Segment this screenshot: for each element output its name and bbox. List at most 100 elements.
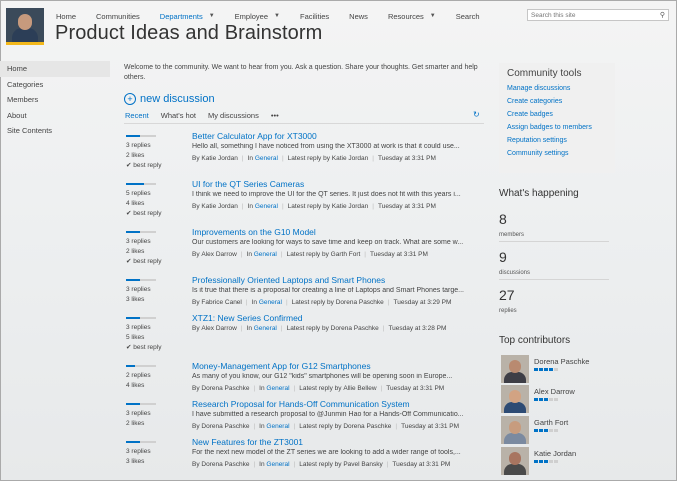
meta-separator: | [387,299,390,306]
tool-link-community-settings[interactable]: Community settings [507,150,568,157]
discussion-title-link[interactable]: Research Proposal for Hands-Off Communic… [192,399,410,409]
latest-reply-author: Dorena Paschke [335,299,384,306]
level-segment [554,368,558,371]
meta-separator: | [372,203,374,210]
category-link[interactable]: General [254,325,277,332]
plus-icon: + [124,93,136,105]
leftnav-item-members[interactable]: Members [0,92,110,108]
contributor-name[interactable]: Alex Darrow [534,387,575,396]
topnav-employee[interactable]: Employee ▼ [235,12,280,21]
category-link[interactable]: General [266,423,289,430]
topnav-communities[interactable]: Communities [96,12,140,21]
new-discussion-button[interactable]: + new discussion [124,93,215,105]
meta-separator: | [281,155,284,162]
activity-bar-fill [126,441,140,443]
discussion-title-link[interactable]: Money-Management App for G12 Smartphones [192,361,371,371]
topnav-home[interactable]: Home [56,12,76,21]
contributor-name[interactable]: Dorena Paschke [534,357,589,366]
best-reply-label: best reply [133,258,162,265]
latest-reply-author: Allie Bellew [343,385,377,392]
category-link[interactable]: General [266,461,289,468]
discussion-title-link[interactable]: Professionally Oriented Laptops and Smar… [192,275,385,285]
tab-whats-hot[interactable]: What's hot [161,111,196,120]
category-link[interactable]: General [255,155,278,162]
search-input[interactable] [528,10,649,20]
in-label: In [247,155,254,162]
check-icon: ✔ [126,258,132,265]
avatar[interactable] [501,447,529,475]
discussion-title-link[interactable]: New Features for the ZT3001 [192,437,303,447]
contributor-item[interactable]: Alex Darrow [501,385,661,413]
avatar[interactable] [501,416,529,444]
by-label: By [192,461,200,468]
topnav-search[interactable]: Search [456,12,480,21]
avatar-body [504,464,526,475]
latest-reply-author: Katie Jordan [331,155,369,162]
discussion-snippet: Hello all, something I have noticed from… [192,143,460,150]
search-icon[interactable]: ⚲ [660,11,665,19]
best-reply-label: best reply [133,210,162,217]
discussion-stats: 3 replies 5 likes ✔ best reply [126,323,161,353]
leftnav-item-site-contents[interactable]: Site Contents [0,123,110,139]
category-link[interactable]: General [266,385,289,392]
best-reply-indicator: ✔ best reply [126,343,161,353]
topnav-resources[interactable]: Resources ▼ [388,12,436,21]
topnav-facilities[interactable]: Facilities [300,12,329,21]
latest-reply-author: Pavel Bansky [343,461,383,468]
meta-separator: | [293,385,296,392]
discussion-title-link[interactable]: UI for the QT Series Cameras [192,179,304,189]
post-timestamp: Tuesday at 3:31 PM [386,385,445,392]
discussion-title-link[interactable]: XTZ1: New Series Confirmed [192,313,303,323]
discussion-snippet: I think we need to improve the UI for th… [192,191,461,198]
meta-separator: | [293,423,296,430]
site-logo[interactable] [6,8,44,45]
discussion-title-link[interactable]: Improvements on the G10 Model [192,227,316,237]
tool-link-assign-badges[interactable]: Assign badges to members [507,124,592,131]
reputation-level-bar [534,398,558,401]
contributor-name[interactable]: Katie Jordan [534,449,576,458]
tab-my-discussions[interactable]: My discussions [208,111,259,120]
tool-link-manage-discussions[interactable]: Manage discussions [507,85,570,92]
author-name: Dorena Paschke [201,461,250,468]
avatar[interactable] [501,355,529,383]
contributor-item[interactable]: Katie Jordan [501,447,661,475]
check-icon: ✔ [126,162,132,169]
whats-happening-title: What's happening [499,188,579,199]
discussion-stats: 3 replies 3 likes [126,447,151,467]
topnav-label: Departments [159,11,203,21]
post-timestamp: Tuesday at 3:31 PM [370,251,428,258]
in-label: In [246,325,252,332]
leftnav-item-about[interactable]: About [0,108,110,124]
like-count: 3 likes [126,296,145,303]
reply-count: 3 replies [126,238,151,245]
level-segment [554,429,558,432]
topnav-label: Facilities [299,11,330,21]
activity-bar [126,403,156,405]
avatar[interactable] [501,385,529,413]
reply-count: 3 replies [126,448,151,455]
category-link[interactable]: General [254,251,277,258]
refresh-icon[interactable]: ↻ [473,110,480,119]
tab-recent[interactable]: Recent [125,111,149,120]
leftnav-item-home[interactable]: Home [0,61,110,77]
level-segment [544,368,548,371]
category-link[interactable]: General [255,203,278,210]
avatar-body [504,372,526,383]
reputation-level-bar [534,429,558,432]
discussion-title-link[interactable]: Better Calculator App for XT3000 [192,131,317,141]
tool-link-create-categories[interactable]: Create categories [507,98,562,105]
tool-link-reputation-settings[interactable]: Reputation settings [507,137,567,144]
tool-link-create-badges[interactable]: Create badges [507,111,553,118]
leftnav-item-categories[interactable]: Categories [0,77,110,93]
category-link[interactable]: General [259,299,282,306]
contributor-item[interactable]: Dorena Paschke [501,355,661,383]
topnav-news[interactable]: News [349,12,368,21]
contributor-name[interactable]: Garth Fort [534,418,568,427]
more-tabs-ellipsis[interactable]: ••• [271,111,279,120]
discussion-tabs: Recent What's hot My discussions ••• [125,111,291,120]
level-segment [539,398,543,401]
contributor-item[interactable]: Garth Fort [501,416,661,444]
discussion-meta: By Alex Darrow | In General | Latest reply b… [192,251,428,258]
meta-separator: | [386,461,389,468]
topnav-departments[interactable]: Departments ▼ [160,12,215,21]
